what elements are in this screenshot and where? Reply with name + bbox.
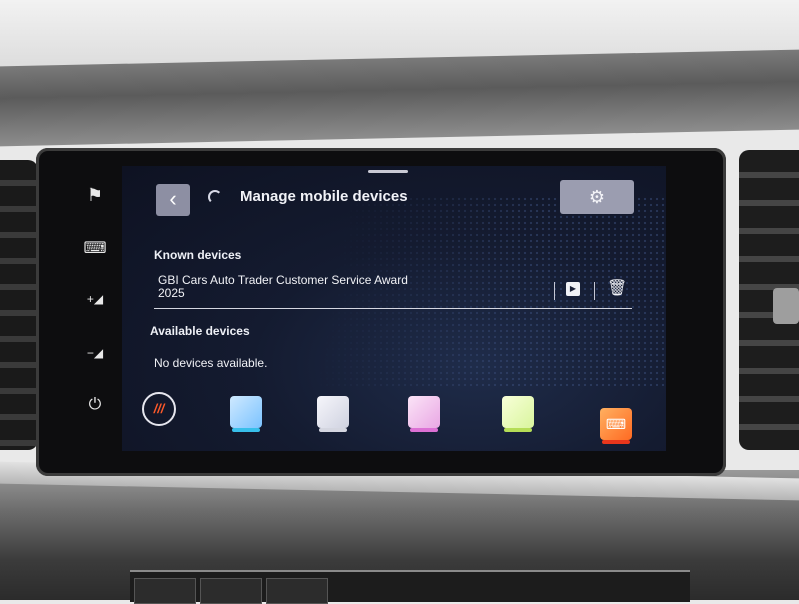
no-devices-text: No devices available. — [154, 356, 268, 370]
tile-glow — [504, 428, 532, 432]
trash-icon[interactable]: 🗑 — [607, 279, 627, 299]
console-button[interactable] — [266, 578, 328, 604]
loading-spinner-icon — [208, 190, 222, 204]
known-device-name[interactable]: GBI Cars Auto Trader Customer Service Aw… — [158, 274, 418, 300]
console-buttons — [130, 570, 690, 604]
home-button[interactable]: /// — [142, 392, 176, 426]
divider — [594, 282, 595, 300]
connect-device-icon[interactable]: ▶ — [566, 282, 580, 296]
volume-down-icon[interactable]: −◢ — [78, 340, 112, 366]
air-vent-left — [0, 160, 38, 450]
console-button[interactable] — [200, 578, 262, 604]
air-vent-knob[interactable] — [773, 288, 799, 324]
dock-app-tile[interactable] — [408, 396, 440, 432]
pull-down-handle[interactable] — [368, 170, 408, 173]
dock-app-tile[interactable] — [317, 396, 349, 432]
apps-grid-button[interactable]: ⌨ — [600, 408, 632, 444]
tile-glow — [602, 440, 630, 444]
gear-icon: ⚙ — [588, 187, 606, 207]
infotainment-screen: ‹ Manage mobile devices ⚙ Known devices … — [122, 166, 666, 451]
settings-button[interactable]: ⚙ — [560, 180, 634, 214]
back-button[interactable]: ‹ — [156, 184, 190, 216]
power-icon[interactable]: ⏻ — [78, 392, 112, 418]
dock-app-tile[interactable] — [502, 396, 534, 432]
console-button[interactable] — [134, 578, 196, 604]
known-devices-label: Known devices — [154, 248, 242, 262]
tile-glow — [410, 428, 438, 432]
dashboard-trim — [0, 49, 799, 147]
tile-glow — [319, 428, 347, 432]
dock-app-tile[interactable] — [230, 396, 262, 432]
available-devices-label: Available devices — [150, 324, 250, 338]
row-divider — [154, 308, 632, 309]
tile-glow — [232, 428, 260, 432]
keyboard-icon[interactable]: ⌨ — [78, 236, 112, 262]
keyboard-icon: ⌨ — [605, 416, 627, 432]
flag-icon[interactable]: ⚑ — [78, 182, 112, 208]
page-title: Manage mobile devices — [240, 188, 408, 205]
volume-up-icon[interactable]: +◢ — [78, 286, 112, 312]
divider — [554, 282, 555, 300]
